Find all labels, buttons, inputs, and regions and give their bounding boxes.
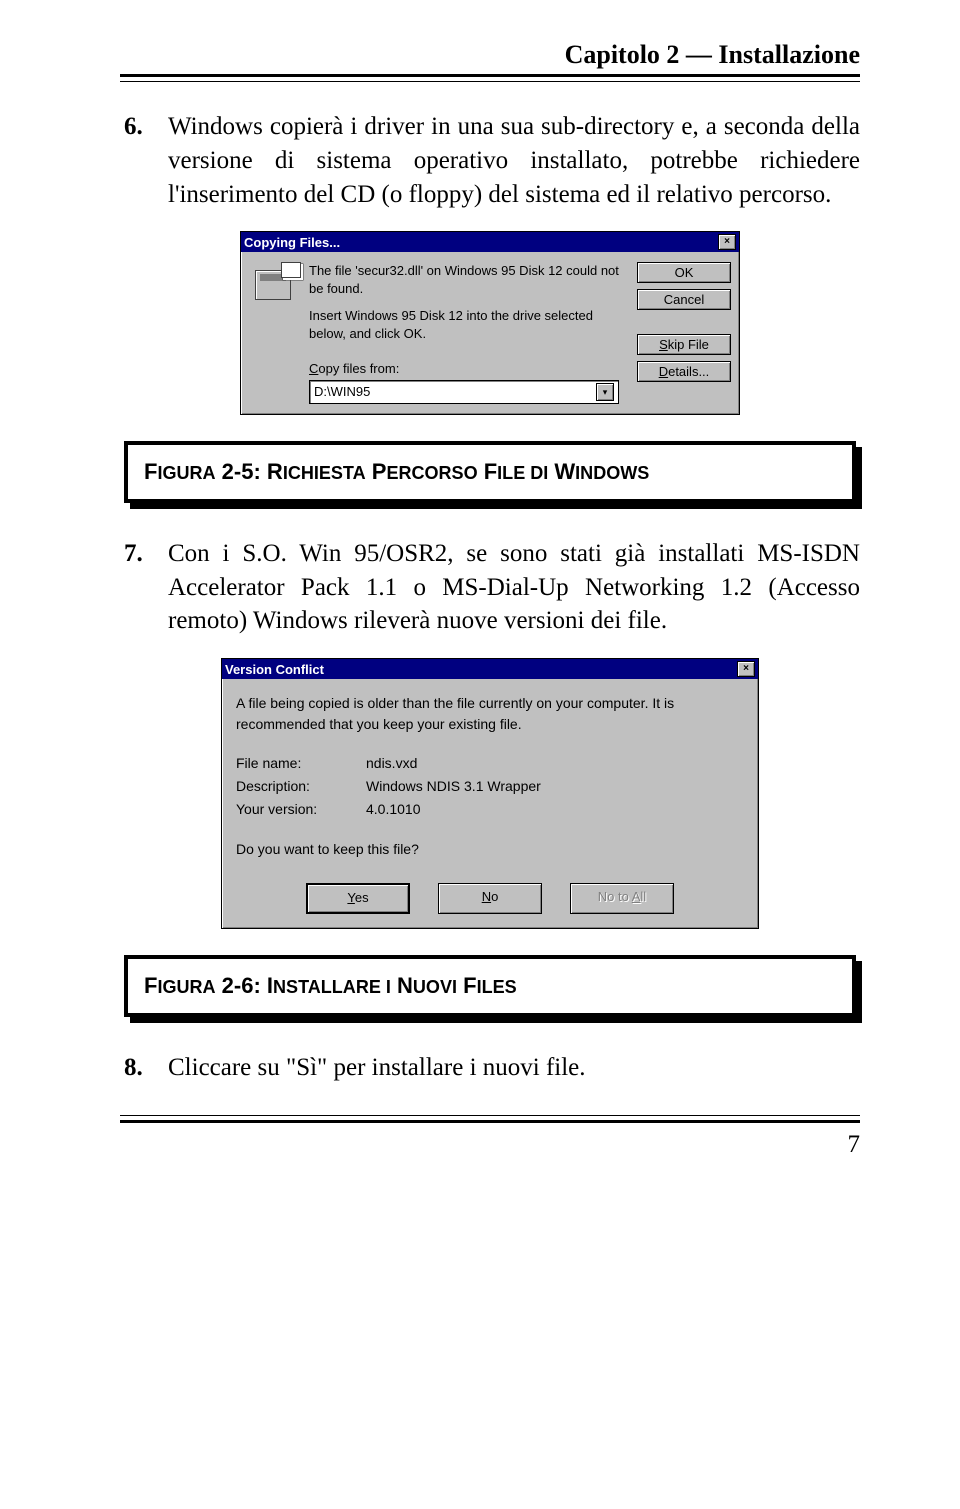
footer-rule: [120, 1115, 860, 1123]
close-icon[interactable]: ×: [718, 234, 736, 250]
copy-from-label: CCopy files from:opy files from:: [309, 360, 629, 378]
dialog-title: Copying Files...: [244, 235, 340, 250]
list-item-7: 7. Con i S.O. Win 95/OSR2, se sono stati…: [124, 537, 860, 638]
copy-from-value: D:\WIN95: [314, 383, 370, 401]
dialog-question: Do you want to keep this file?: [236, 839, 744, 859]
ok-button[interactable]: OK: [637, 262, 731, 283]
list-body: Con i S.O. Win 95/OSR2, se sono stati gi…: [168, 537, 860, 638]
no-button[interactable]: NoNo: [438, 883, 542, 914]
description-label: Description:: [236, 776, 366, 796]
dialog-title: Version Conflict: [225, 662, 324, 677]
dialog-titlebar: Copying Files... ×: [241, 232, 739, 252]
figure-caption-2-6: FIGURA 2-6: INSTALLARE I NUOVI FILES: [124, 955, 856, 1017]
chevron-down-icon[interactable]: ▾: [596, 383, 614, 401]
list-number: 7.: [124, 537, 168, 638]
close-icon[interactable]: ×: [737, 661, 755, 677]
version-value: 4.0.1010: [366, 799, 421, 819]
details-button[interactable]: Details...Details...: [637, 361, 731, 382]
description-value: Windows NDIS 3.1 Wrapper: [366, 776, 541, 796]
cancel-button[interactable]: Cancel: [637, 289, 731, 310]
filename-row: File name: ndis.vxd: [236, 753, 744, 773]
dialog-button-row: YesYes NoNo No to AllNo to All: [236, 883, 744, 914]
dialog-copying-files: Copying Files... × The file 'secur32.dll…: [240, 231, 740, 415]
dialog-line2: Insert Windows 95 Disk 12 into the drive…: [309, 307, 629, 342]
header-rule: [120, 74, 860, 82]
dialog-message: The file 'secur32.dll' on Windows 95 Dis…: [309, 262, 637, 404]
figure-caption-2-5: FIGURA 2-5: RICHIESTA PERCORSO FILE DI W…: [124, 441, 856, 503]
dialog-titlebar: Version Conflict ×: [222, 659, 758, 679]
dialog-button-column: OK Cancel Skip FileSkip File Details...D…: [637, 262, 731, 404]
no-to-all-button: No to AllNo to All: [570, 883, 674, 914]
dialog-intro-text: A file being copied is older than the fi…: [236, 693, 744, 734]
page-number: 7: [120, 1131, 860, 1159]
list-body: Windows copierà i driver in una sua sub-…: [168, 110, 860, 211]
list-item-8: 8. Cliccare su "Sì" per installare i nuo…: [124, 1051, 860, 1085]
list-number: 6.: [124, 110, 168, 211]
page-header: Capitolo 2 — Installazione: [120, 40, 860, 70]
version-row: Your version: 4.0.1010: [236, 799, 744, 819]
filename-value: ndis.vxd: [366, 753, 417, 773]
list-body: Cliccare su "Sì" per installare i nuovi …: [168, 1051, 860, 1085]
floppy-disk-icon: [251, 264, 299, 306]
dialog-line1: The file 'secur32.dll' on Windows 95 Dis…: [309, 262, 629, 297]
dialog-version-conflict: Version Conflict × A file being copied i…: [221, 658, 759, 929]
version-label: Your version:: [236, 799, 366, 819]
list-number: 8.: [124, 1051, 168, 1085]
list-item-6: 6. Windows copierà i driver in una sua s…: [124, 110, 860, 211]
filename-label: File name:: [236, 753, 366, 773]
yes-button[interactable]: YesYes: [306, 883, 410, 914]
description-row: Description: Windows NDIS 3.1 Wrapper: [236, 776, 744, 796]
copy-from-input[interactable]: D:\WIN95 ▾: [309, 380, 619, 404]
skip-file-button[interactable]: Skip FileSkip File: [637, 334, 731, 355]
